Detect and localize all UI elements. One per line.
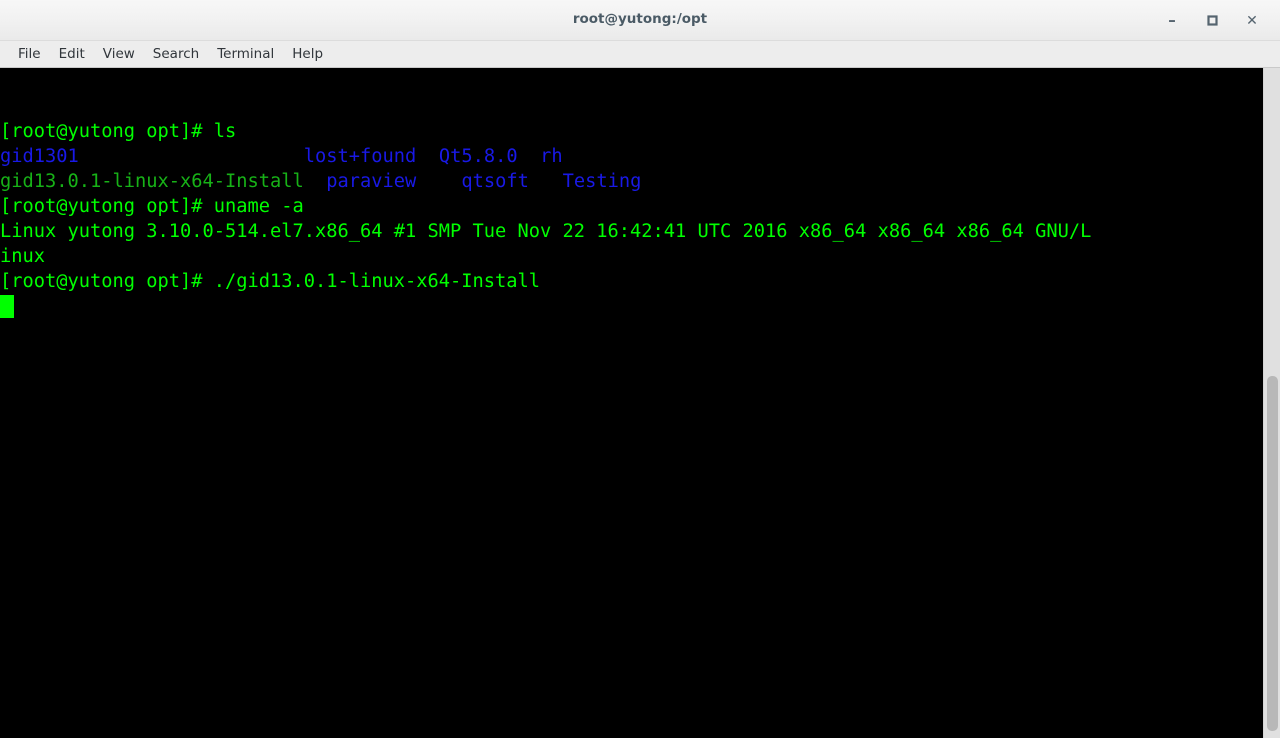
menu-item-file[interactable]: File — [9, 44, 50, 65]
terminal-line: [root@yutong opt]# ls — [0, 119, 1091, 144]
maximize-icon — [1206, 15, 1218, 26]
minimize-icon: – — [1168, 10, 1176, 29]
terminal-line: gid1301 lost+found Qt5.8.0 rh — [0, 144, 1091, 169]
menu-item-edit[interactable]: Edit — [50, 44, 94, 65]
close-button[interactable]: ✕ — [1232, 7, 1272, 35]
terminal-text: [root@yutong opt]# ./gid13.0.1-linux-x64… — [0, 271, 541, 292]
menu-item-view[interactable]: View — [94, 44, 144, 65]
terminal-text: Testing — [562, 171, 642, 192]
terminal-screen[interactable]: [root@yutong opt]# ls gid1301 lost+found … — [0, 68, 1263, 738]
terminal-line: [root@yutong opt]# ./gid13.0.1-linux-x64… — [0, 269, 1091, 294]
terminal-text: Qt5.8.0 — [438, 146, 518, 167]
terminal-text: gid13.0.1-linux-x64-Install — [0, 171, 304, 192]
maximize-button[interactable] — [1192, 7, 1232, 35]
menu-item-terminal[interactable]: Terminal — [208, 44, 283, 65]
terminal-text: Linux yutong 3.10.0-514.el7.x86_64 #1 SM… — [0, 221, 1092, 242]
terminal-text: inux — [0, 246, 46, 267]
terminal-window: root@yutong:/opt – ✕ File Edit View Sear… — [0, 0, 1280, 738]
terminal-text: qtsoft — [461, 171, 529, 192]
terminal-cursor — [0, 295, 14, 318]
menu-bar: File Edit View Search Terminal Help — [0, 41, 1280, 68]
window-title: root@yutong:/opt — [572, 11, 708, 27]
terminal-line: [root@yutong opt]# uname -a — [0, 194, 1091, 219]
window-controls: – ✕ — [1152, 0, 1272, 41]
menu-item-search[interactable]: Search — [144, 44, 208, 65]
terminal-text: lost+found — [303, 146, 417, 167]
terminal-output: [root@yutong opt]# ls gid1301 lost+found … — [0, 119, 1091, 294]
menu-item-help[interactable]: Help — [283, 44, 332, 65]
minimize-button[interactable]: – — [1152, 7, 1192, 35]
terminal-text: gid1301 — [0, 146, 79, 167]
terminal-area: [root@yutong opt]# ls gid1301 lost+found … — [0, 68, 1280, 738]
terminal-text: [root@yutong opt]# ls — [0, 121, 237, 142]
terminal-text: [root@yutong opt]# uname -a — [0, 196, 304, 217]
close-icon: ✕ — [1246, 12, 1258, 29]
terminal-text: paraview — [326, 171, 417, 192]
terminal-line: Linux yutong 3.10.0-514.el7.x86_64 #1 SM… — [0, 219, 1091, 244]
terminal-line: inux — [0, 244, 1091, 269]
terminal-text: rh — [540, 146, 563, 167]
scrollbar-thumb[interactable] — [1267, 376, 1278, 731]
title-bar: root@yutong:/opt – ✕ — [0, 0, 1280, 41]
terminal-scrollbar[interactable] — [1263, 68, 1280, 738]
terminal-line: gid13.0.1-linux-x64-Install paraview qts… — [0, 169, 1091, 194]
